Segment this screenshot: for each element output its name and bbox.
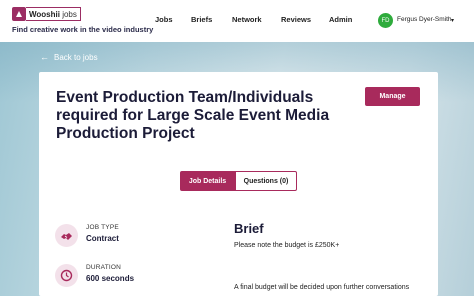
- arrow-left-icon: ←: [40, 52, 49, 62]
- back-to-jobs-link[interactable]: ← Back to jobs: [40, 52, 98, 62]
- nav-reviews[interactable]: Reviews: [281, 15, 311, 24]
- manage-button[interactable]: Manage: [365, 87, 420, 106]
- brief-final-budget-note: A final budget will be decided upon furt…: [234, 284, 410, 291]
- nav-admin[interactable]: Admin: [329, 15, 352, 24]
- detail-label: JOB TYPE: [86, 224, 119, 231]
- handshake-icon: [55, 224, 78, 247]
- detail-label: DURATION: [86, 264, 122, 271]
- brief-heading: Brief: [234, 221, 264, 236]
- tab-job-details[interactable]: Job Details: [180, 171, 235, 191]
- logo-suffix: jobs: [62, 9, 77, 19]
- top-navigation-bar: Wooshii jobs Find creative work in the v…: [0, 0, 474, 42]
- detail-value: Contract: [86, 234, 119, 243]
- tagline: Find creative work in the video industry: [12, 25, 154, 34]
- back-link-label: Back to jobs: [54, 52, 98, 62]
- logo-mark-icon: [12, 7, 26, 21]
- nav-briefs[interactable]: Briefs: [191, 15, 212, 24]
- nav-network[interactable]: Network: [232, 15, 262, 24]
- hero-background: ← Back to jobs Event Production Team/Ind…: [0, 42, 474, 296]
- detail-value: 600 seconds: [86, 274, 135, 283]
- detail-duration: DURATION 600 seconds: [55, 264, 134, 287]
- clock-icon: [55, 264, 78, 287]
- detail-job-type: JOB TYPE Contract: [55, 224, 119, 247]
- logo-brand: Wooshii: [29, 9, 60, 19]
- nav-jobs[interactable]: Jobs: [155, 15, 173, 24]
- brief-budget-note: Please note the budget is £250K+: [234, 242, 340, 249]
- wooshii-logo[interactable]: Wooshii jobs: [12, 7, 81, 21]
- job-tabs: Job Details Questions (0): [180, 171, 297, 191]
- user-name[interactable]: Fergus Dyer-Smith: [397, 16, 452, 23]
- tab-questions[interactable]: Questions (0): [235, 171, 297, 191]
- chevron-down-icon[interactable]: ▾: [451, 17, 454, 24]
- job-title: Event Production Team/Individuals requir…: [56, 89, 330, 142]
- job-card: Event Production Team/Individuals requir…: [39, 72, 438, 296]
- user-avatar[interactable]: FD: [378, 13, 393, 28]
